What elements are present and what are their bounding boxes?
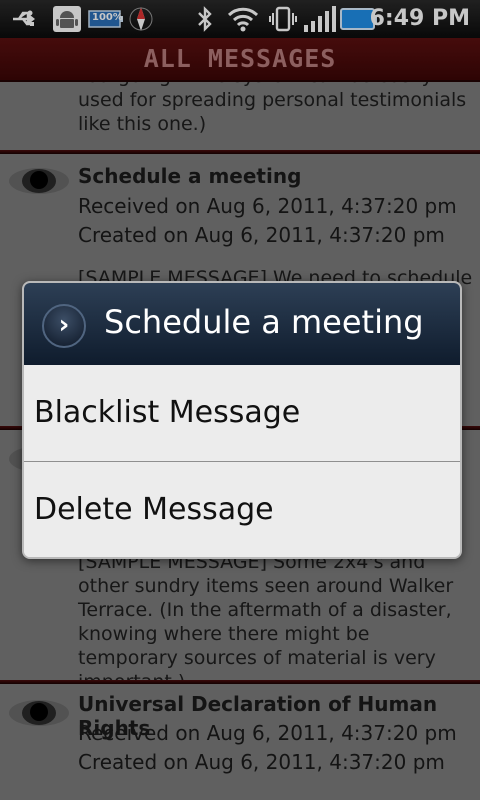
dialog-header: › Schedule a meeting <box>24 283 460 365</box>
option-label: Delete Message <box>34 492 274 527</box>
context-menu-dialog: › Schedule a meeting Blacklist Message D… <box>22 281 462 559</box>
option-label: Blacklist Message <box>34 395 301 430</box>
blacklist-message-option[interactable]: Blacklist Message <box>24 365 460 461</box>
chevron-right-icon: › <box>42 304 86 348</box>
dialog-title: Schedule a meeting <box>104 303 424 341</box>
delete-message-option[interactable]: Delete Message <box>24 462 460 557</box>
